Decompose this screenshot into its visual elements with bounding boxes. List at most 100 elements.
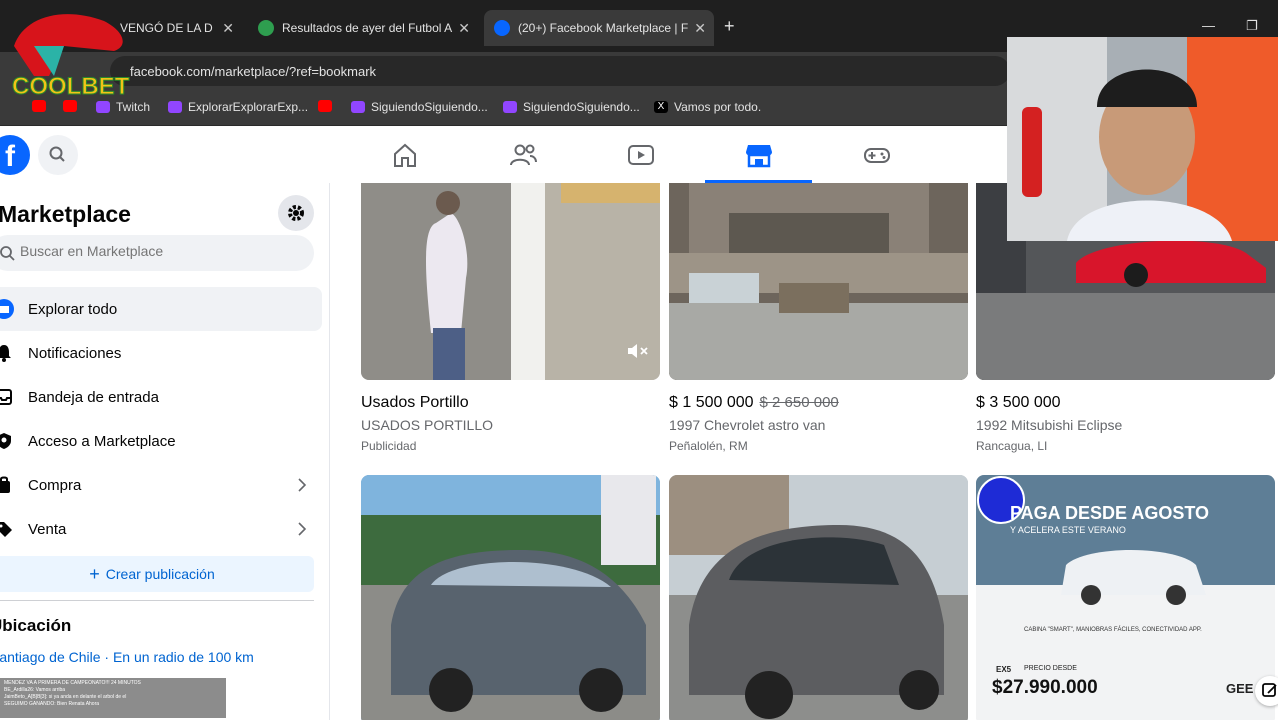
- price-old: $ 2 650 000: [759, 394, 839, 411]
- chat-line: MENDEZ VA A PRIMERA DE CAMPEONATO!!! 24 …: [4, 680, 141, 686]
- restore-icon[interactable]: ❐: [1246, 18, 1258, 34]
- coolbet-dinosaur-logo: COOLBET: [12, 14, 130, 101]
- listing-subtitle: 1997 Chevrolet astro van: [669, 417, 826, 433]
- new-message-button[interactable]: [1255, 676, 1278, 706]
- bookmark-twitch[interactable]: Twitch: [96, 100, 150, 114]
- marketplace-sidebar: Marketplace Explorar todo Notificaciones…: [0, 183, 330, 720]
- url-text: facebook.com/marketplace/?ref=bookmark: [130, 64, 377, 79]
- sidebar-item-label: Bandeja de entrada: [28, 388, 159, 406]
- sidebar-item-venta[interactable]: Venta: [0, 507, 322, 551]
- location-heading: Ubicación: [0, 616, 72, 635]
- sidebar-item-label: Explorar todo: [28, 300, 118, 318]
- bookmark-label: SiguiendoSiguiendo...: [523, 100, 640, 114]
- ad-model: EX5: [996, 665, 1012, 674]
- tag-icon: [0, 522, 12, 537]
- listing-title[interactable]: Usados Portillo: [361, 394, 469, 412]
- search-input[interactable]: [20, 243, 290, 259]
- youtube-icon: [318, 100, 332, 112]
- url-field[interactable]: facebook.com/marketplace/?ref=bookmark: [110, 56, 1010, 86]
- facebook-favicon-icon: [494, 20, 510, 36]
- twitch-icon: [351, 101, 365, 113]
- close-icon[interactable]: ✕: [694, 20, 706, 37]
- listing-subtitle: 1992 Mitsubishi Eclipse: [976, 417, 1123, 433]
- marketplace-icon[interactable]: [744, 141, 774, 169]
- sidebar-item-compra[interactable]: Compra: [0, 463, 322, 507]
- minimize-icon[interactable]: —: [1202, 18, 1215, 33]
- chat-line: JaimBeto_A[B]B[3]: si ya anda en delante…: [4, 694, 127, 700]
- ad-brand: GEE: [1226, 681, 1254, 696]
- coolbet-text: COOLBET: [12, 73, 130, 100]
- shield-icon: [0, 433, 11, 449]
- bookmark-label: SiguiendoSiguiendo...: [371, 100, 488, 114]
- twitch-icon: [168, 101, 182, 113]
- create-listing-button[interactable]: + Crear publicación: [0, 556, 314, 592]
- bookmark-siguiendo-2[interactable]: SiguiendoSiguiendo...: [503, 100, 640, 114]
- chat-line: SEGUIMO GANANDO: Bien Renata Ahora: [4, 701, 100, 707]
- listing-image[interactable]: [361, 183, 660, 380]
- ad-tagline: CABINA "SMART", MANIOBRAS FÁCILES, CONEC…: [1024, 627, 1202, 633]
- listing-price[interactable]: $ 3 500 000: [976, 394, 1061, 412]
- listing-image[interactable]: [669, 183, 968, 380]
- listing-photo: [361, 183, 660, 380]
- bookmark-youtube-3[interactable]: [318, 100, 338, 112]
- webcam-feed: [1007, 37, 1278, 241]
- sidebar-item-acceso[interactable]: Acceso a Marketplace: [0, 419, 322, 463]
- chat-line: BE_Ardilla26: Vamos arriba: [4, 687, 66, 693]
- home-icon[interactable]: [390, 141, 420, 169]
- listing-photo: [361, 475, 660, 720]
- close-icon[interactable]: ✕: [222, 20, 234, 37]
- twitch-icon: [503, 101, 517, 113]
- listings-grid: Usados Portillo USADOS PORTILLO Publicid…: [330, 183, 1278, 720]
- settings-button[interactable]: [278, 195, 314, 231]
- bell-icon: [0, 345, 11, 362]
- tab-2-label: Resultados de ayer del Futbol A: [282, 21, 453, 35]
- location-link[interactable]: Santiago de Chile · En un radio de 100 k…: [0, 649, 254, 665]
- mute-icon[interactable]: [626, 341, 650, 361]
- ad-banner[interactable]: PAGA DESDE AGOSTO Y ACELERA ESTE VERANO …: [976, 475, 1275, 720]
- bookmark-x[interactable]: X Vamos por todo.: [654, 100, 761, 114]
- chevron-right-icon: [298, 522, 307, 536]
- search-icon: [0, 246, 15, 261]
- chevron-right-icon: [298, 478, 307, 492]
- listing-image[interactable]: [361, 475, 660, 720]
- coolbet-logo: COOLBET: [4, 6, 134, 102]
- tab-2[interactable]: Resultados de ayer del Futbol A ✕: [248, 10, 478, 46]
- new-tab-icon[interactable]: +: [724, 16, 735, 37]
- bookmark-label: ExplorarExplorarExp...: [188, 100, 309, 114]
- bookmark-label: Vamos por todo.: [674, 100, 762, 114]
- video-icon[interactable]: [626, 141, 656, 169]
- sidebar-item-notificaciones[interactable]: Notificaciones: [0, 331, 322, 375]
- webcam-overlay: [1007, 37, 1278, 241]
- search-button[interactable]: [38, 135, 78, 175]
- sidebar-item-label: Notificaciones: [28, 344, 122, 362]
- price-current: $ 1 500 000: [669, 394, 754, 411]
- bookmark-explorar[interactable]: ExplorarExplorarExp...: [168, 100, 308, 114]
- listing-price[interactable]: $ 1 500 000 $ 2 650 000: [669, 394, 839, 412]
- listing-location: Rancagua, LI: [976, 439, 1048, 453]
- x-logo-icon: X: [654, 101, 668, 113]
- sidebar-item-label: Acceso a Marketplace: [28, 432, 176, 450]
- bookmark-label: Twitch: [116, 100, 151, 114]
- ad-headline: PAGA DESDE AGOSTO: [1010, 503, 1210, 523]
- sidebar-item-explorar-todo[interactable]: Explorar todo: [0, 287, 322, 331]
- bookmark-siguiendo-1[interactable]: SiguiendoSiguiendo...: [351, 100, 488, 114]
- sidebar-item-label: Venta: [28, 520, 67, 538]
- twitch-icon: [96, 101, 110, 113]
- listing-subtitle: USADOS PORTILLO: [361, 417, 494, 433]
- search-icon: [49, 146, 65, 162]
- friends-icon[interactable]: [508, 141, 538, 169]
- divider: [0, 600, 314, 601]
- tab-3-active[interactable]: (20+) Facebook Marketplace | F ✕: [484, 10, 714, 46]
- ad-subheadline: Y ACELERA ESTE VERANO: [1010, 525, 1126, 535]
- listing-image[interactable]: [669, 475, 968, 720]
- soccer-favicon-icon: [258, 20, 274, 36]
- tab-3-label: (20+) Facebook Marketplace | F: [518, 21, 689, 35]
- facebook-logo-icon[interactable]: f: [0, 135, 30, 175]
- listing-sponsored-label: Publicidad: [361, 439, 417, 453]
- gaming-icon[interactable]: [862, 141, 892, 169]
- sidebar-item-bandeja[interactable]: Bandeja de entrada: [0, 375, 322, 419]
- marketplace-search[interactable]: [0, 235, 314, 271]
- gear-icon: [288, 205, 304, 221]
- close-icon[interactable]: ✕: [458, 20, 470, 37]
- listing-photo: [669, 475, 968, 720]
